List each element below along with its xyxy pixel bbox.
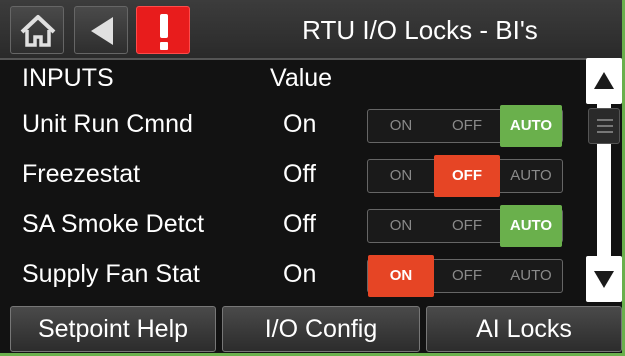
inputs-column-header: INPUTS bbox=[22, 64, 114, 92]
scrollbar-thumb[interactable] bbox=[588, 108, 620, 144]
toggle-on-option[interactable]: ON bbox=[368, 110, 434, 142]
setpoint-help-button[interactable]: Setpoint Help bbox=[10, 306, 216, 352]
toggle-on-option[interactable]: ON bbox=[368, 210, 434, 242]
input-name: Unit Run Cmnd bbox=[22, 110, 193, 138]
rtu-io-locks-screen: RTU I/O Locks - BI's INPUTS Value Unit R… bbox=[0, 0, 625, 356]
scroll-up-button[interactable] bbox=[586, 58, 622, 104]
toggle-on-option[interactable]: ON bbox=[368, 255, 434, 297]
toggle-off-option[interactable]: OFF bbox=[434, 110, 500, 142]
lock-toggle: ON OFF AUTO bbox=[367, 205, 563, 247]
triangle-up-icon bbox=[594, 72, 614, 89]
toggle-off-option[interactable]: OFF bbox=[434, 260, 500, 292]
lock-toggle: ON OFF AUTO bbox=[367, 105, 563, 147]
alarm-button[interactable] bbox=[136, 6, 190, 54]
input-value: On bbox=[283, 260, 317, 288]
input-value: On bbox=[283, 110, 317, 138]
input-value: Off bbox=[283, 210, 316, 238]
input-value: Off bbox=[283, 160, 316, 188]
toggle-auto-option[interactable]: AUTO bbox=[500, 105, 562, 147]
table-row: Supply Fan Stat On ON OFF AUTO bbox=[0, 252, 580, 302]
input-name: Supply Fan Stat bbox=[22, 260, 200, 288]
home-button[interactable] bbox=[10, 6, 64, 54]
toggle-on-option[interactable]: ON bbox=[368, 160, 434, 192]
back-arrow-icon bbox=[91, 17, 113, 45]
input-name: Freezestat bbox=[22, 160, 141, 188]
io-config-button[interactable]: I/O Config bbox=[222, 306, 420, 352]
input-name: SA Smoke Detct bbox=[22, 210, 205, 238]
back-button[interactable] bbox=[74, 6, 128, 54]
home-icon bbox=[20, 15, 56, 47]
page-title: RTU I/O Locks - BI's bbox=[302, 15, 538, 45]
lock-toggle: ON OFF AUTO bbox=[367, 255, 563, 297]
toggle-auto-option[interactable]: AUTO bbox=[500, 260, 562, 292]
scroll-down-button[interactable] bbox=[586, 256, 622, 302]
toggle-off-option[interactable]: OFF bbox=[434, 210, 500, 242]
toggle-auto-option[interactable]: AUTO bbox=[500, 205, 562, 247]
value-column-header: Value bbox=[270, 64, 333, 92]
triangle-down-icon bbox=[594, 271, 614, 288]
table-row: Unit Run Cmnd On ON OFF AUTO bbox=[0, 102, 580, 152]
alarm-exclamation-icon bbox=[160, 14, 168, 50]
lock-toggle: ON OFF AUTO bbox=[367, 155, 563, 197]
toggle-off-option[interactable]: OFF bbox=[434, 155, 500, 197]
ai-locks-button[interactable]: AI Locks bbox=[426, 306, 622, 352]
table-row: Freezestat Off ON OFF AUTO bbox=[0, 152, 580, 202]
header-bar: RTU I/O Locks - BI's bbox=[0, 0, 622, 60]
table-row: SA Smoke Detct Off ON OFF AUTO bbox=[0, 202, 580, 252]
toggle-auto-option[interactable]: AUTO bbox=[500, 160, 562, 192]
